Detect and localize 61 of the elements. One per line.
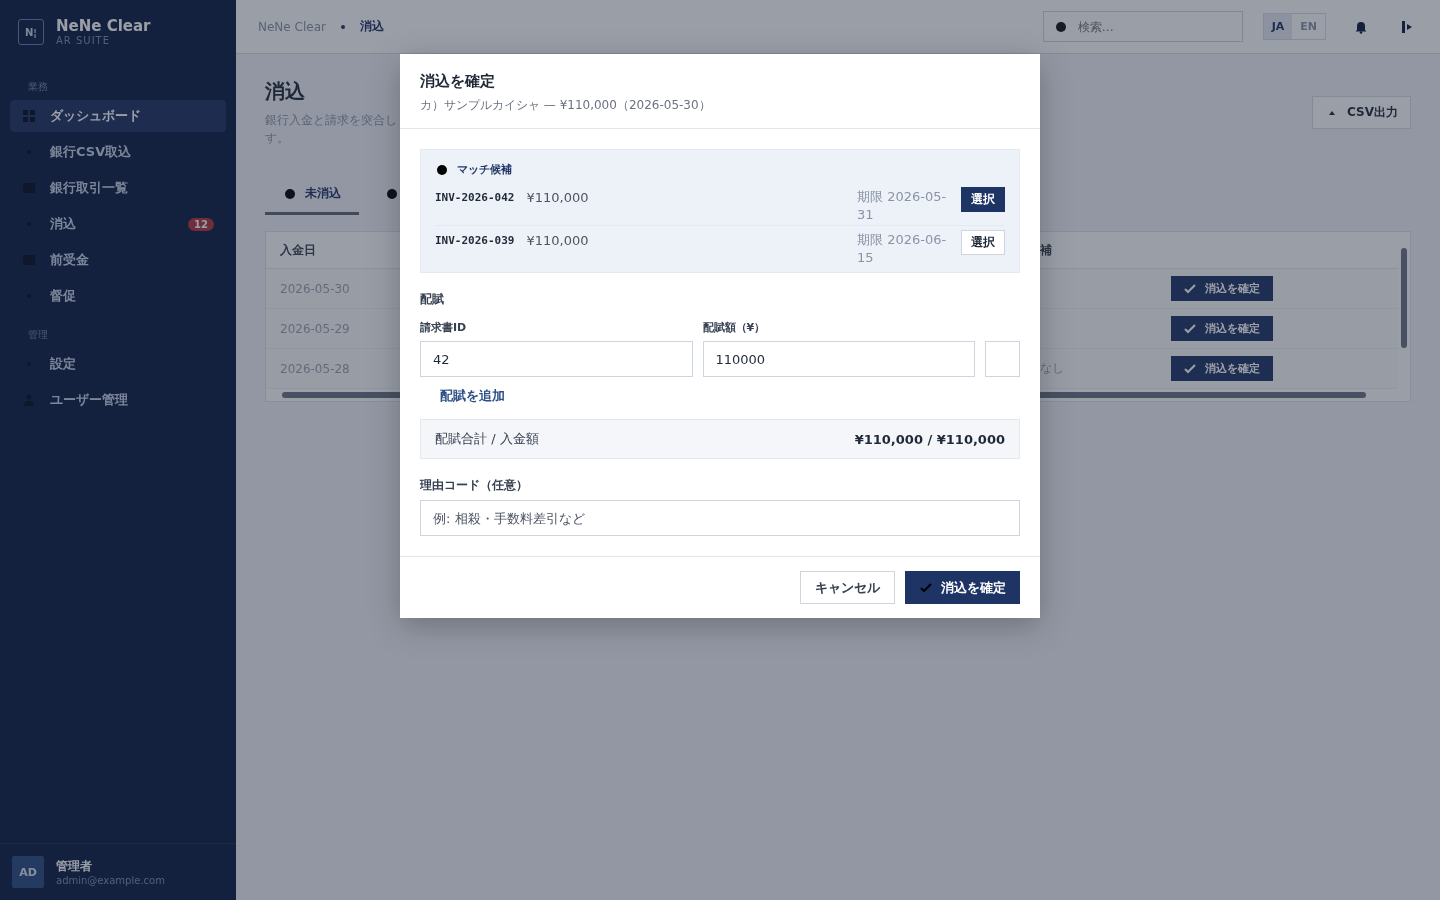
- app-subtitle: AR SUITE: [56, 34, 111, 46]
- user-avatar: AD: [12, 856, 44, 888]
- sidebar-item[interactable]: ダッシュボード: [10, 100, 226, 132]
- language-toggle[interactable]: JA: [1263, 14, 1293, 39]
- sidebar-item[interactable]: 銀行CSV取込: [10, 136, 226, 168]
- field-label: 配賦額（¥）: [702, 320, 767, 335]
- column-header: 入金日: [280, 241, 316, 259]
- select-button[interactable]: 選択: [961, 230, 1005, 255]
- dialog-title: 消込を確定: [420, 72, 496, 91]
- due-date: 期限 2026-06-15: [857, 231, 948, 267]
- summary-value: ¥110,000 / ¥110,000: [854, 431, 1005, 447]
- bell-icon: [1354, 19, 1368, 34]
- input-field[interactable]: 110000: [702, 341, 975, 377]
- check-icon: [919, 580, 933, 595]
- sidebar-item[interactable]: ユーザー管理: [10, 384, 226, 416]
- field-label: 理由コード（任意）: [420, 477, 529, 494]
- sidebar-item[interactable]: 督促: [10, 280, 226, 312]
- invoice-number: INV-2026-039: [435, 234, 515, 247]
- sidebar-item[interactable]: 前受金: [10, 244, 226, 276]
- invoice-number: INV-2026-042: [435, 191, 515, 204]
- dot-icon: [283, 186, 297, 201]
- input-field[interactable]: 例: 相殺・手数料差引など: [420, 500, 1020, 536]
- dialog-subtitle: カ）サンプルカイシャ — ¥110,000（2026-05-30）: [420, 97, 712, 114]
- confirm-button[interactable]: 消込を確定: [1171, 316, 1273, 341]
- check-icon: [1183, 361, 1197, 376]
- app-logo: N¦: [18, 19, 44, 45]
- export-button[interactable]: CSV出力: [1312, 96, 1411, 129]
- sidebar-item[interactable]: 消込 12: [10, 208, 226, 240]
- dot-icon: [435, 162, 449, 177]
- add-allocation-link[interactable]: 配賦を追加: [420, 377, 525, 411]
- user-name: 管理者: [56, 858, 93, 875]
- breadcrumb-item: 消込: [359, 18, 384, 35]
- summary-label: 配賦合計 / 入金額: [435, 430, 539, 448]
- search-box[interactable]: 検索…: [1042, 11, 1243, 42]
- tab[interactable]: 未消込: [265, 175, 359, 215]
- cancel-button[interactable]: キャンセル: [800, 571, 895, 604]
- invoice-amount: ¥110,000: [526, 233, 589, 248]
- sidebar-item[interactable]: 銀行取引一覧: [10, 172, 226, 204]
- search-icon: [1053, 19, 1068, 34]
- confirm-button[interactable]: 消込を確定: [1171, 356, 1273, 381]
- invoice-amount: ¥110,000: [526, 190, 589, 205]
- select-button[interactable]: 選択: [961, 187, 1005, 212]
- check-icon: [1183, 321, 1197, 336]
- sidebar-item[interactable]: 設定: [10, 348, 226, 380]
- count-badge: 12: [188, 217, 214, 231]
- column-header: 補: [1040, 241, 1052, 259]
- due-date: 期限 2026-05-31: [857, 188, 948, 224]
- page-title: 消込: [265, 78, 306, 105]
- logout-icon: [1400, 19, 1414, 34]
- dot-icon: [385, 186, 399, 201]
- confirm-button[interactable]: 消込を確定: [905, 571, 1020, 604]
- check-icon: [1183, 281, 1197, 296]
- input-field[interactable]: 42: [420, 341, 693, 377]
- search-field[interactable]: 検索…: [1075, 18, 1230, 35]
- app-name: NeNe Clear: [56, 18, 151, 35]
- grid-icon: [22, 109, 36, 123]
- field-label: 請求書ID: [420, 320, 468, 335]
- panel-heading: マッチ候補: [457, 162, 512, 177]
- confirm-button[interactable]: 消込を確定: [1171, 276, 1273, 301]
- user-email: admin@example.com: [56, 875, 165, 886]
- section-heading: 配賦: [420, 291, 445, 308]
